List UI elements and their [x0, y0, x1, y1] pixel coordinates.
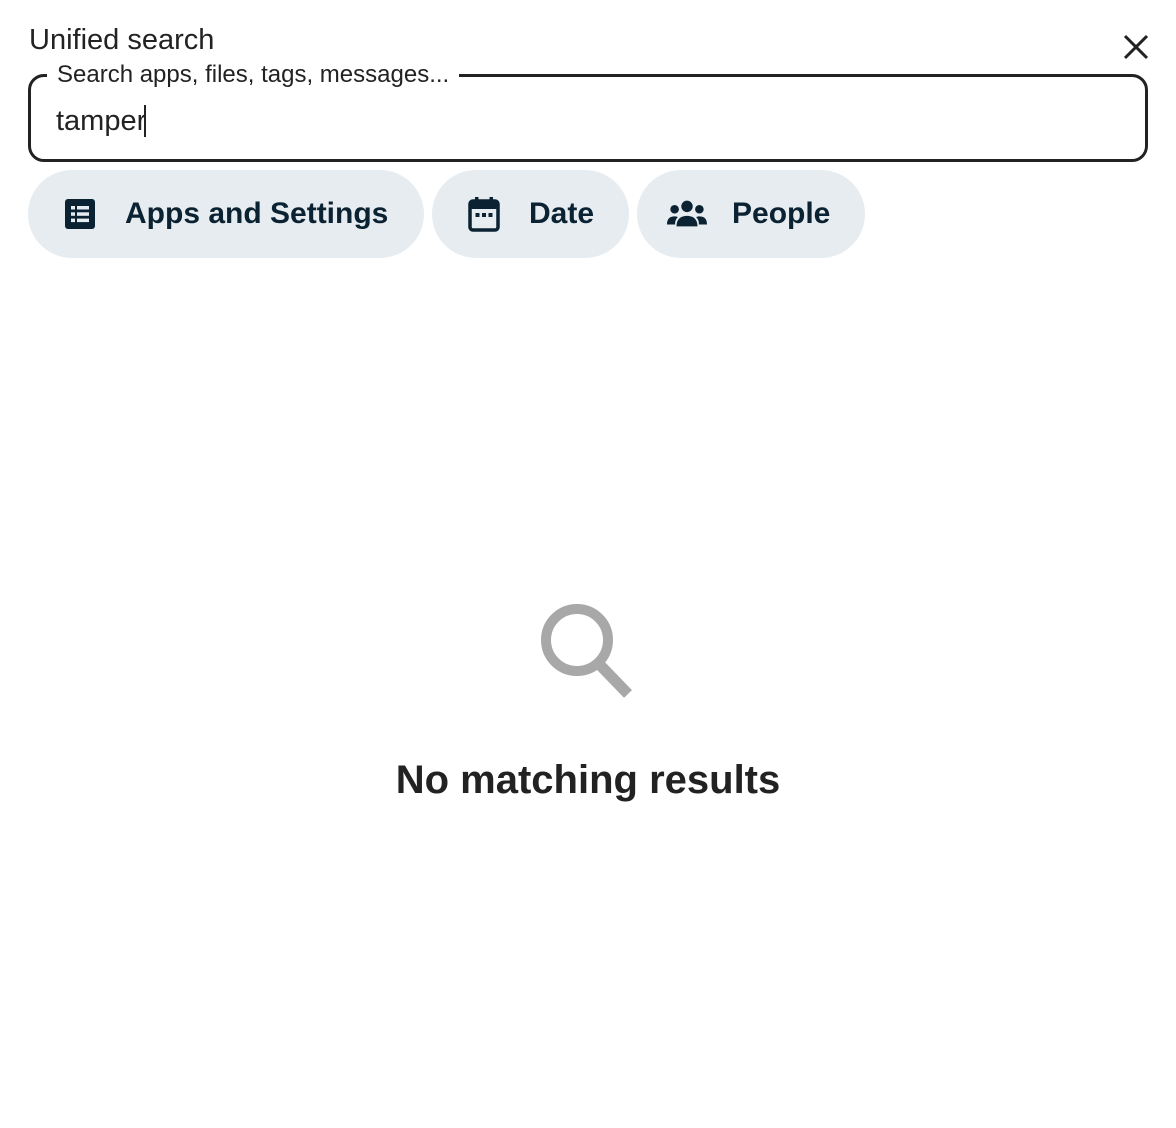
magnify-icon	[541, 604, 632, 698]
empty-state-message: No matching results	[395, 758, 781, 802]
list-box-icon	[60, 194, 100, 234]
filter-people-label: People	[732, 197, 831, 230]
search-input-value: tamper	[56, 105, 147, 137]
calendar-icon	[464, 194, 504, 234]
filter-people-button[interactable]: People	[637, 170, 865, 258]
search-input[interactable]: tamper	[56, 103, 147, 139]
dialog-title: Unified search	[29, 24, 215, 56]
unified-search-dialog: Unified search Search apps, files, tags,…	[0, 0, 1176, 1128]
filter-date-label: Date	[529, 197, 595, 230]
filter-apps-and-settings-label: Apps and Settings	[125, 197, 389, 230]
filter-date-button[interactable]: Date	[432, 170, 629, 258]
close-button[interactable]	[1114, 25, 1158, 69]
filter-apps-and-settings-button[interactable]: Apps and Settings	[28, 170, 424, 258]
close-icon	[1123, 34, 1149, 60]
search-field-label: Search apps, files, tags, messages...	[47, 61, 460, 89]
text-caret	[144, 105, 147, 137]
empty-state: No matching results	[0, 600, 1176, 804]
search-field[interactable]: Search apps, files, tags, messages... ta…	[28, 61, 1148, 162]
people-icon	[667, 194, 707, 234]
